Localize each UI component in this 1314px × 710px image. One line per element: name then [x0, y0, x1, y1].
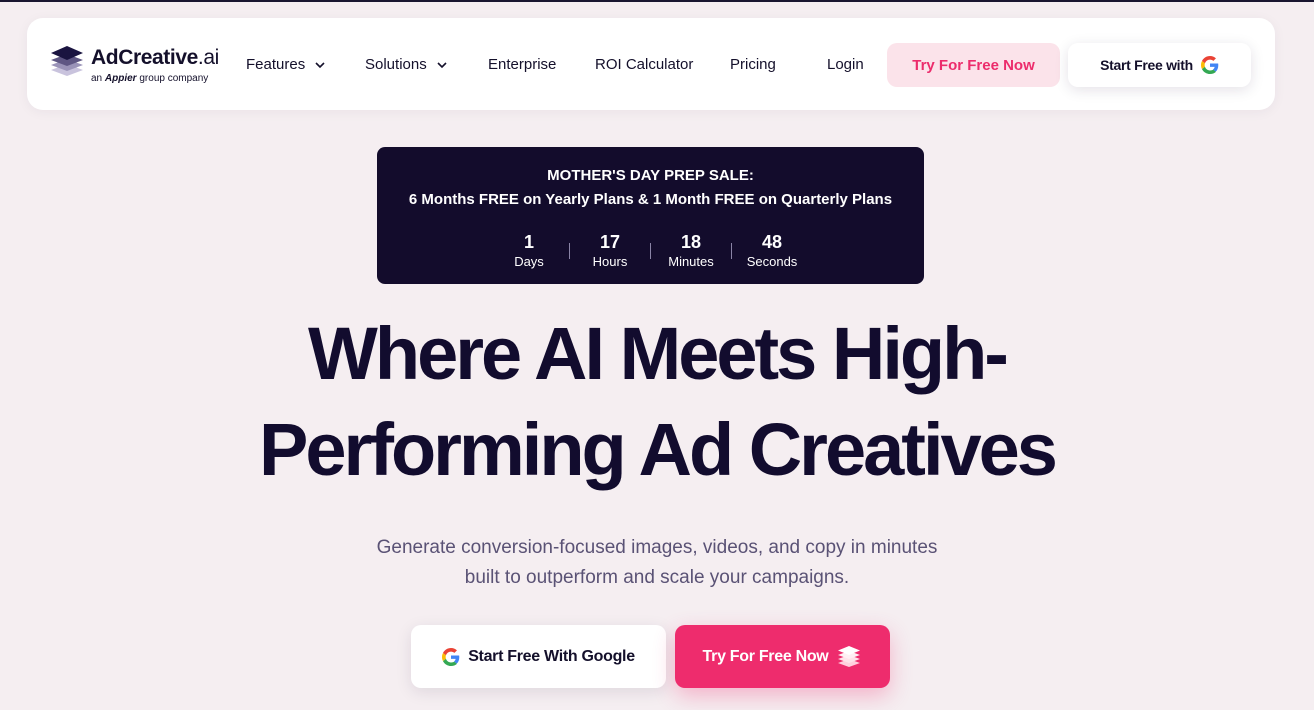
try-free-button[interactable]: Try For Free Now	[887, 43, 1060, 87]
hero-description-line1: Generate conversion-focused images, vide…	[376, 537, 938, 558]
google-icon	[1200, 56, 1219, 74]
nav-pricing[interactable]: Pricing	[730, 56, 776, 73]
brand-name: AdCreative.ai	[91, 46, 219, 69]
google-icon	[442, 647, 460, 666]
start-free-with-google-button[interactable]: Start Free With Google	[411, 625, 666, 688]
brand-subtitle: an Appier group company	[91, 73, 209, 84]
try-for-free-now-label: Try For Free Now	[702, 647, 829, 665]
countdown-hours: 17 Hours	[570, 233, 651, 269]
stacked-layers-icon	[838, 645, 861, 667]
try-for-free-now-button[interactable]: Try For Free Now	[675, 625, 890, 688]
promo-banner: MOTHER'S DAY PREP SALE: 6 Months FREE on…	[377, 147, 924, 284]
hero-headline-line1: Where AI Meets High-	[308, 312, 1009, 395]
countdown-hours-label: Hours	[592, 254, 628, 269]
nav-enterprise[interactable]: Enterprise	[488, 56, 556, 73]
top-navbar: AdCreative.ai an Appier group company Fe…	[27, 18, 1275, 110]
countdown-hours-value: 17	[599, 232, 621, 252]
countdown-timer: 1 Days 17 Hours 18 Minutes 48 Seconds	[377, 233, 924, 269]
brand-logo[interactable]: AdCreative.ai an Appier group company	[49, 44, 219, 88]
countdown-days-label: Days	[514, 254, 544, 269]
countdown-days: 1 Days	[489, 233, 570, 269]
try-free-label: Try For Free Now	[912, 56, 1035, 74]
nav-features-label: Features	[246, 56, 306, 73]
countdown-seconds: 48 Seconds	[732, 233, 813, 269]
countdown-days-value: 1	[523, 232, 534, 252]
start-free-label: Start Free with	[1100, 57, 1193, 73]
nav-features[interactable]: Features	[246, 56, 325, 73]
countdown-minutes: 18 Minutes	[651, 233, 732, 269]
start-free-google-button[interactable]: Start Free with	[1068, 43, 1251, 87]
countdown-minutes-label: Minutes	[668, 254, 714, 269]
nav-login[interactable]: Login	[827, 56, 864, 73]
promo-title: MOTHER'S DAY PREP SALE:	[547, 167, 754, 184]
hero-description-line2: built to outperform and scale your campa…	[464, 567, 850, 588]
chevron-down-icon	[437, 61, 447, 68]
stacked-layers-logo-icon	[51, 46, 83, 76]
countdown-seconds-value: 48	[761, 232, 783, 252]
nav-roi-calculator[interactable]: ROI Calculator	[595, 56, 693, 73]
promo-subtitle: 6 Months FREE on Yearly Plans & 1 Month …	[408, 191, 893, 208]
nav-solutions-label: Solutions	[365, 56, 427, 73]
hero-headline-line2: Performing Ad Creatives	[259, 408, 1058, 491]
countdown-seconds-label: Seconds	[746, 254, 798, 269]
nav-solutions[interactable]: Solutions	[365, 56, 447, 73]
countdown-minutes-value: 18	[680, 232, 702, 252]
start-free-with-google-label: Start Free With Google	[468, 647, 635, 665]
chevron-down-icon	[315, 61, 325, 68]
